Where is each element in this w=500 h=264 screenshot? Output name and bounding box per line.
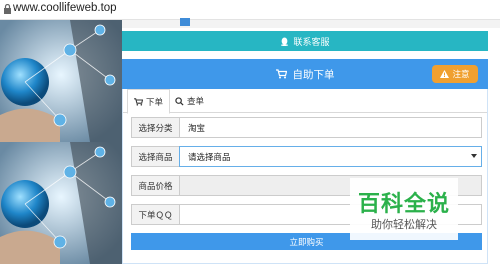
panel-header: 自助下单 注意 <box>122 59 488 89</box>
notice-button[interactable]: 注意 <box>432 65 478 83</box>
product-row: 选择商品 请选择商品 <box>131 146 482 167</box>
tab-order[interactable]: 下单 <box>127 89 171 114</box>
lock-icon <box>4 4 11 14</box>
notice-label: 注意 <box>452 70 470 80</box>
category-select[interactable]: 淘宝 <box>179 117 482 138</box>
url-text: www.coollifeweb.top <box>13 2 117 14</box>
watermark-subtitle: 助你轻松解决 <box>371 218 437 231</box>
qq-icon <box>281 36 289 46</box>
cart-icon <box>134 97 143 106</box>
warning-icon <box>440 70 450 78</box>
contact-support-button[interactable]: 联系客服 <box>122 31 488 51</box>
product-value: 请选择商品 <box>188 152 231 163</box>
category-value: 淘宝 <box>188 123 206 134</box>
tab-query-label: 查单 <box>187 97 205 107</box>
background-image <box>0 20 122 264</box>
tab-order-label: 下单 <box>146 97 164 108</box>
category-row: 选择分类 淘宝 <box>131 117 482 138</box>
cart-icon <box>275 69 287 79</box>
watermark-logo: 百科全说 助你轻松解决 <box>350 178 458 240</box>
qq-label: 下单ＱＱ <box>131 204 180 225</box>
price-label: 商品价格 <box>131 175 180 196</box>
tab-bar: 下单 查单 <box>123 89 487 114</box>
watermark-title: 百科全说 <box>357 192 450 217</box>
contact-support-label: 联系客服 <box>293 37 330 48</box>
product-select[interactable]: 请选择商品 <box>179 146 482 167</box>
chevron-down-icon <box>471 154 477 158</box>
category-label: 选择分类 <box>131 117 180 138</box>
tab-query[interactable]: 查单 <box>169 89 210 113</box>
buy-now-label: 立即购买 <box>289 237 324 248</box>
search-icon <box>175 96 184 106</box>
product-label: 选择商品 <box>131 146 180 167</box>
previous-notice-strip <box>122 18 500 28</box>
address-bar[interactable]: www.coollifeweb.top <box>0 0 500 20</box>
panel-title: 自助下单 <box>292 68 335 81</box>
